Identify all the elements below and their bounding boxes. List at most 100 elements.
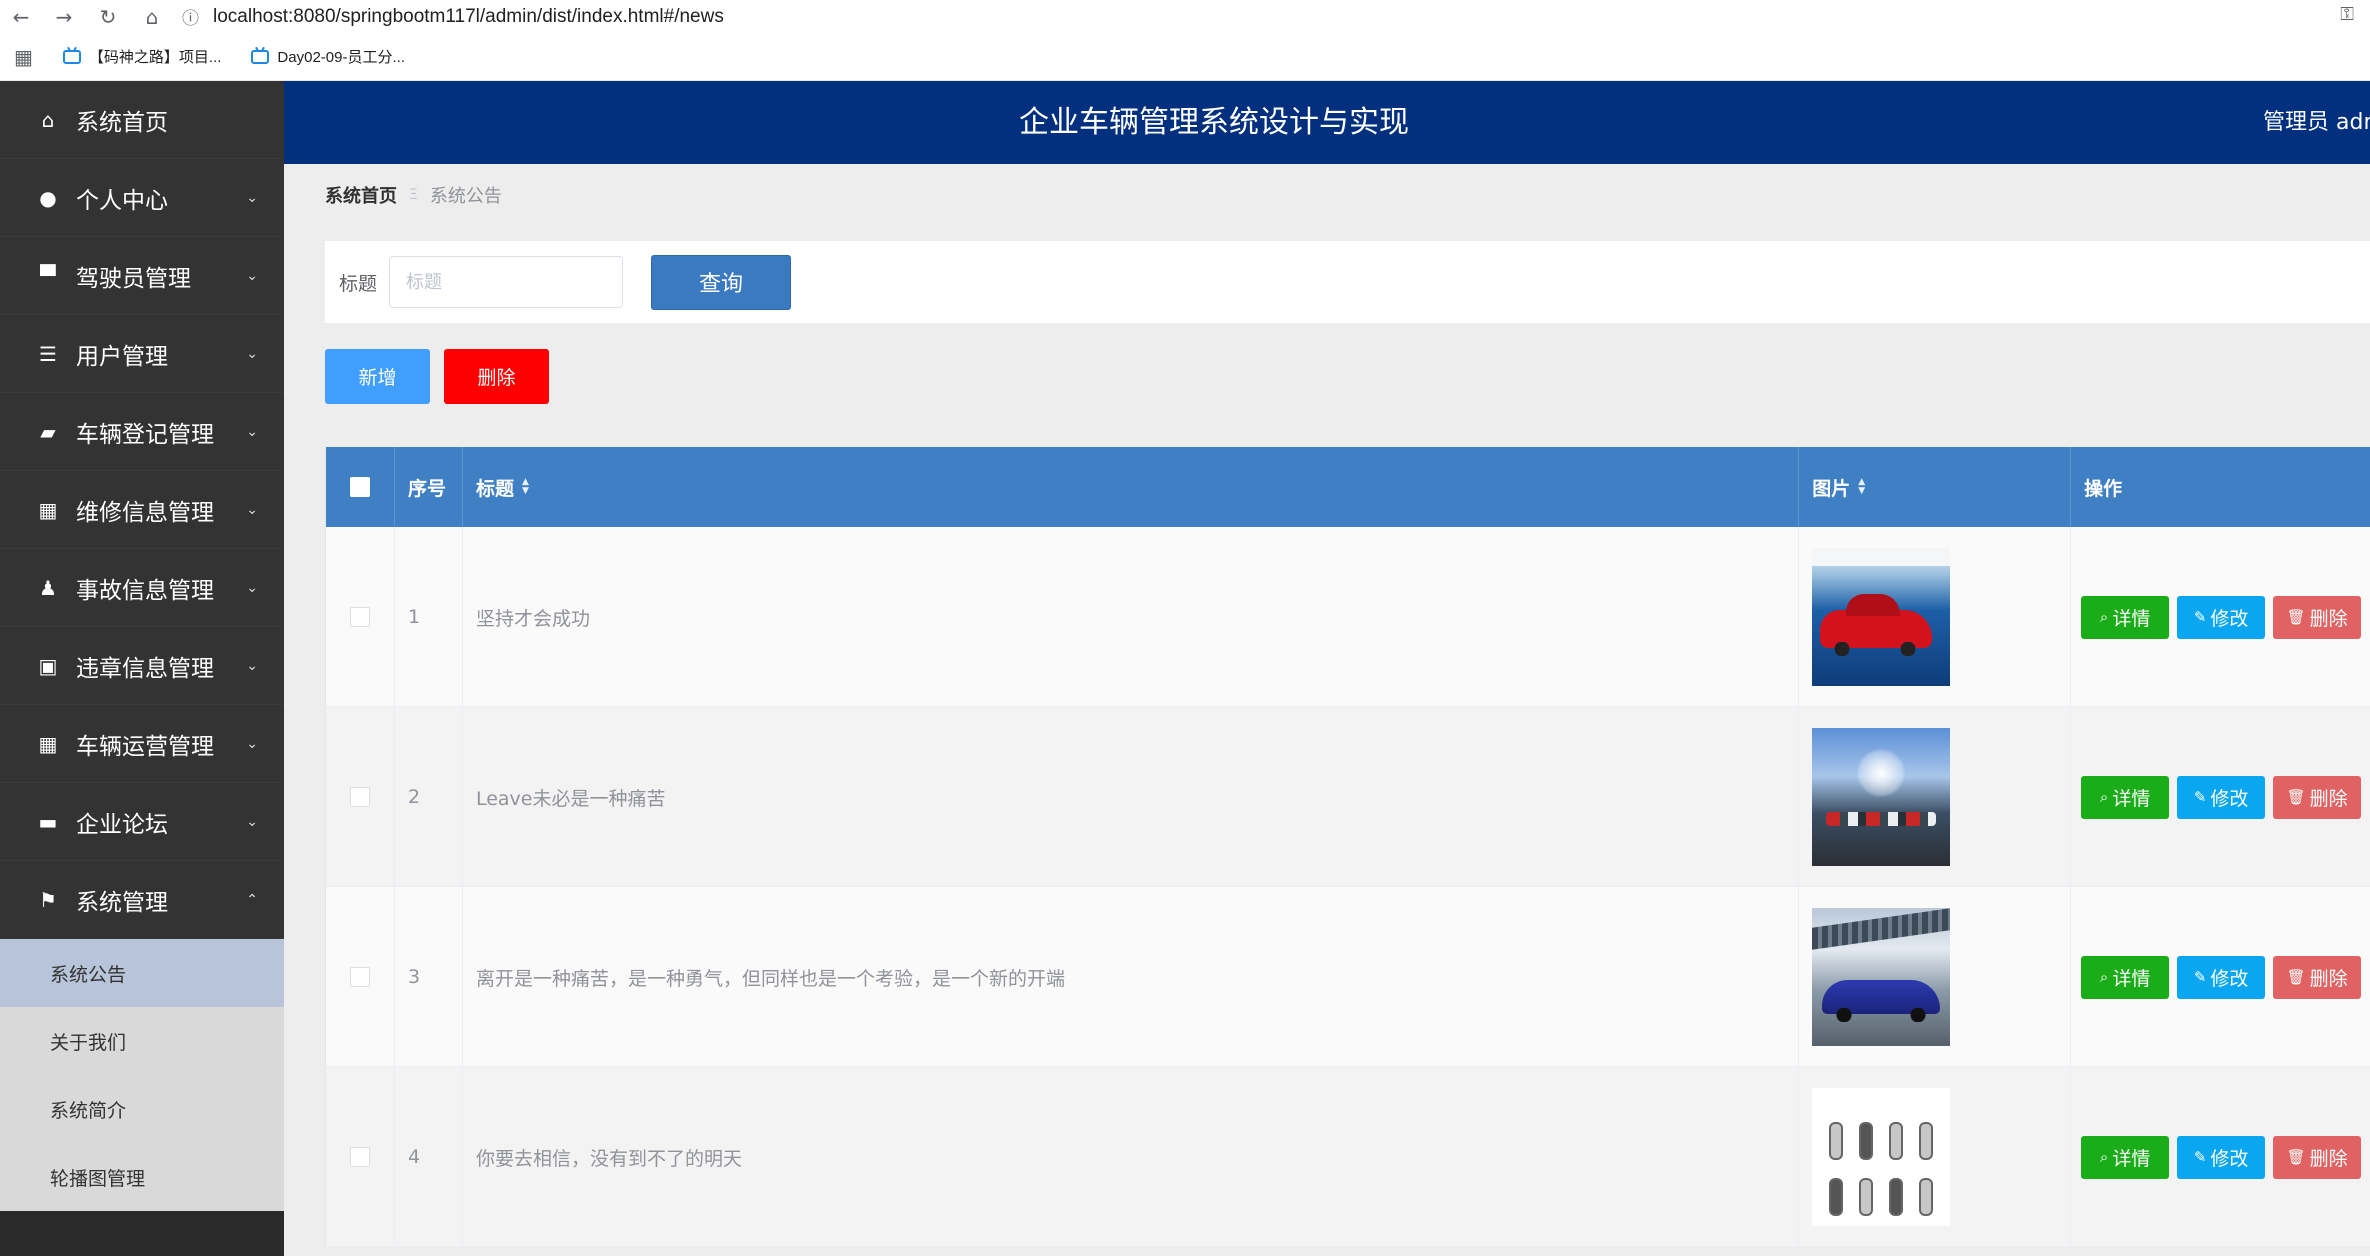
key-icon[interactable]: ⚿ [2340,4,2354,25]
grid-icon: ▦ [38,731,58,756]
row-operations: ⌕ 详情 ✎ 修改 🗑 删除 [2071,527,2370,707]
batch-delete-button[interactable]: 删除 [444,349,549,404]
row-no: 1 [395,527,463,707]
row-check-cell [326,527,395,707]
bookmark-label: 【码神之路】项目... [88,49,222,66]
sort-icon[interactable]: ▲ ▼ [522,478,529,496]
search-icon: ⌕ [2099,1148,2109,1166]
bookmark-item[interactable]: 【码神之路】项目... [62,46,222,67]
submenu-item-intro[interactable]: 系统简介 [0,1075,284,1143]
edit-button[interactable]: ✎ 修改 [2177,595,2266,639]
sidebar-item-user[interactable]: ☰ 用户管理 ⌄ [0,315,284,393]
trash-icon: 🗑 [2286,1148,2306,1166]
forward-arrow-icon[interactable]: → [42,0,86,33]
edit-button[interactable]: ✎ 修改 [2177,1135,2266,1179]
title-search-input[interactable] [389,256,624,308]
row-checkbox[interactable] [349,787,370,807]
row-image-cell [1799,1067,2072,1247]
sidebar-item-driver[interactable]: ▀ 驾驶员管理 ⌄ [0,237,284,315]
breadcrumb: 系统首页 Ξ 系统公告 [325,182,502,208]
edit-icon: ✎ [2193,608,2207,626]
submenu-item-notice[interactable]: 系统公告 [0,939,284,1007]
search-icon: ⌕ [2099,608,2109,626]
sidebar-item-home[interactable]: ⌂ 系统首页 [0,81,284,159]
submenu-item-carousel[interactable]: 轮播图管理 [0,1143,284,1211]
main-content: 系统首页 Ξ 系统公告 标题 查询 新增 删除 序号 标题 ▲▼ 图片 ▲▼ 操… [284,164,2370,1256]
row-checkbox[interactable] [349,967,370,987]
remove-button[interactable]: 🗑 删除 [2273,1135,2362,1179]
sidebar-item-system[interactable]: ⚑ 系统管理 ⌃ [0,861,284,939]
sidebar-item-label: 维修信息管理 [76,499,214,526]
detail-button[interactable]: ⌕ 详情 [2081,595,2170,639]
row-image-cell [1799,707,2072,887]
system-submenu: 系统公告 关于我们 系统简介 轮播图管理 [0,939,284,1211]
reload-icon[interactable]: ↻ [86,0,130,33]
row-operations: ⌕ 详情 ✎ 修改 🗑 删除 [2071,707,2370,887]
submenu-item-about[interactable]: 关于我们 [0,1007,284,1075]
sidebar-item-label: 企业论坛 [76,811,168,838]
driver-icon: ▀ [40,263,56,288]
table-row: 2 Leave未必是一种痛苦 ⌕ 详情 ✎ 修改 🗑 删除 [326,707,2370,887]
remove-button[interactable]: 🗑 删除 [2273,955,2362,999]
blue-sports-car-image [1812,908,1951,1046]
sidebar-item-label: 系统首页 [76,109,168,136]
detail-label: 详情 [2112,607,2151,630]
sidebar-item-accident[interactable]: ♟ 事故信息管理 ⌄ [0,549,284,627]
detail-label: 详情 [2112,1147,2151,1170]
sort-icon[interactable]: ▲ ▼ [1858,478,1865,496]
sidebar-item-label: 车辆登记管理 [76,421,214,448]
sidebar-item-violation[interactable]: ▣ 违章信息管理 ⌄ [0,627,284,705]
edit-button[interactable]: ✎ 修改 [2177,955,2266,999]
select-all-cell [326,447,395,527]
edit-button[interactable]: ✎ 修改 [2177,775,2266,819]
bilibili-icon [251,49,270,64]
sidebar-item-repair[interactable]: ▦ 维修信息管理 ⌄ [0,471,284,549]
edit-label: 修改 [2210,967,2249,990]
address-bar[interactable]: localhost:8080/springbootm117l/admin/dis… [213,6,724,28]
breadcrumb-home[interactable]: 系统首页 [325,182,397,208]
chevron-down-icon: ⌄ [246,267,258,284]
sidebar-item-label: 用户管理 [76,343,168,370]
notice-table: 序号 标题 ▲ ▼ 图片 ▲ ▼ 操作 1 坚持才会成功 ⌕ 详情 ✎ 修改 🗑 删除 [325,447,2370,1247]
row-checkbox[interactable] [349,607,370,627]
remove-button[interactable]: 🗑 删除 [2273,775,2362,819]
sidebar-item-vehicle-register[interactable]: ▰ 车辆登记管理 ⌄ [0,393,284,471]
row-checkbox[interactable] [349,1147,370,1167]
search-button[interactable]: 查询 [651,254,792,310]
sidebar-item-personal-center[interactable]: ● 个人中心 ⌄ [0,159,284,237]
sidebar-item-operation[interactable]: ▦ 车辆运营管理 ⌄ [0,705,284,783]
column-header-no: 序号 [395,447,463,527]
sidebar-item-forum[interactable]: ▬ 企业论坛 ⌄ [0,783,284,861]
detail-button[interactable]: ⌕ 详情 [2081,775,2170,819]
detail-button[interactable]: ⌕ 详情 [2081,955,2170,999]
remove-button[interactable]: 🗑 删除 [2273,595,2362,639]
row-title: 你要去相信，没有到不了的明天 [463,1067,1800,1247]
search-icon: ⌕ [2099,968,2109,986]
column-header-title[interactable]: 标题 ▲ ▼ [463,447,1800,527]
red-car-image [1812,548,1951,686]
user-menu[interactable]: 管理员 admin [2263,81,2370,164]
table-header: 序号 标题 ▲ ▼ 图片 ▲ ▼ 操作 [326,447,2370,527]
row-no: 3 [395,887,463,1067]
car-group-image [1812,728,1951,866]
site-info-icon[interactable]: ⓘ [182,4,199,29]
sidebar-item-label: 事故信息管理 [76,577,214,604]
flag-icon: ⚑ [39,887,57,912]
row-no: 2 [395,707,463,887]
select-all-checkbox[interactable] [349,477,370,497]
column-header-image[interactable]: 图片 ▲ ▼ [1799,447,2072,527]
add-button[interactable]: 新增 [325,349,430,404]
grid-icon: ▦ [38,497,58,522]
browser-toolbar: ← → ↻ ⌂ ⓘ localhost:8080/springbootm117l… [0,0,2370,33]
action-row: 新增 删除 [325,349,549,404]
detail-button[interactable]: ⌕ 详情 [2081,1135,2170,1179]
bookmarks-bar: ▦ 【码神之路】项目... Day02-09-员工分... [0,33,2370,81]
bookmark-item[interactable]: Day02-09-员工分... [251,46,405,67]
apps-grid-icon[interactable]: ▦ [14,45,33,69]
back-arrow-icon[interactable]: ← [0,0,42,33]
chevron-down-icon: ⌄ [246,735,258,752]
edit-icon: ✎ [2193,788,2207,806]
home-page-icon[interactable]: ⌂ [130,0,174,33]
row-no: 4 [395,1067,463,1247]
table-row: 3 离开是一种痛苦，是一种勇气，但同样也是一个考验，是一个新的开端 ⌕ 详情 ✎ 修… [326,887,2370,1067]
